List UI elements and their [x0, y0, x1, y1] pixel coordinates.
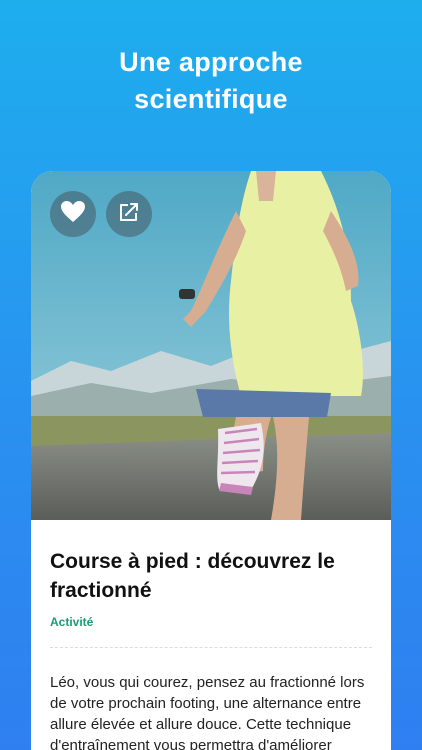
heart-icon — [60, 200, 86, 229]
article-title[interactable]: Course à pied : découvrez le fractionné — [50, 547, 372, 605]
article-card[interactable]: Course à pied : découvrez le fractionné … — [31, 171, 391, 750]
headline: Une approche scientifique — [0, 44, 422, 118]
share-button[interactable] — [106, 191, 152, 237]
article-content: Course à pied : découvrez le fractionné … — [50, 520, 372, 750]
article-category: Activité — [50, 615, 94, 629]
share-icon — [117, 200, 141, 229]
headline-line-1: Une approche — [119, 47, 303, 77]
like-button[interactable] — [50, 191, 96, 237]
headline-line-2: scientifique — [134, 84, 288, 114]
article-body: Léo, vous qui courez, pensez au fraction… — [50, 674, 365, 750]
divider — [50, 647, 372, 648]
